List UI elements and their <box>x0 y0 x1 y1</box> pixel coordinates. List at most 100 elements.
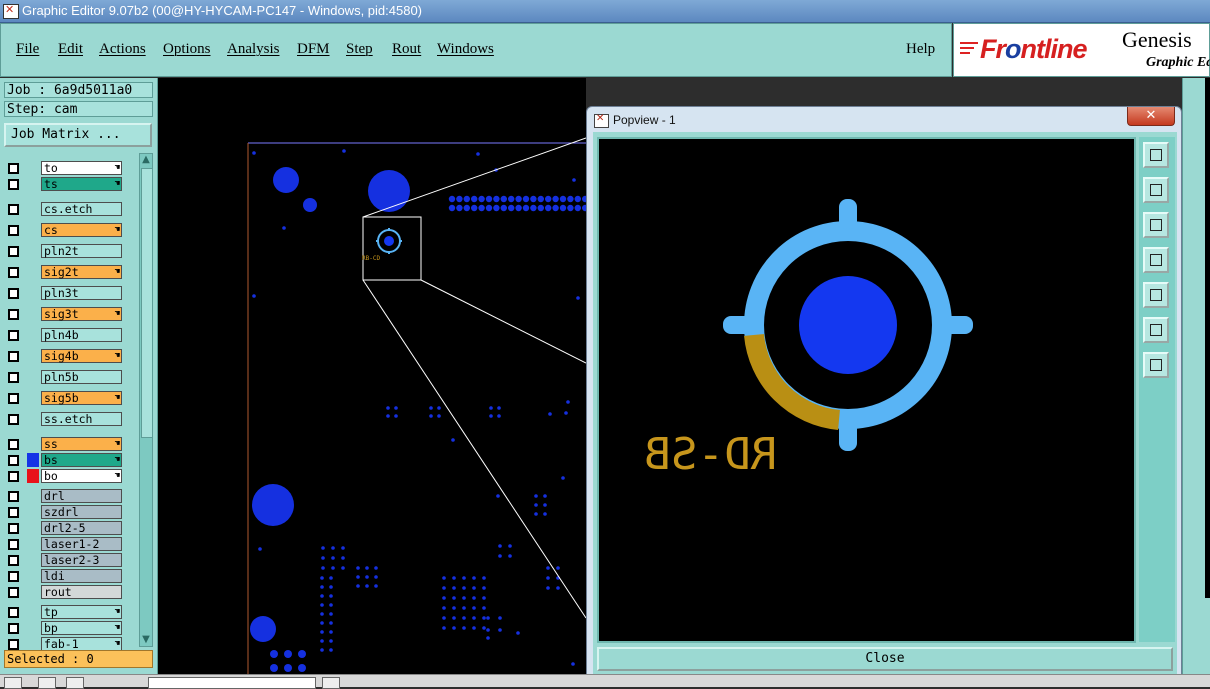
menu-file[interactable]: File <box>16 41 39 58</box>
layer-name[interactable]: ldi <box>41 569 122 583</box>
layer-name[interactable]: bp ☚ <box>41 621 122 635</box>
layer-checkbox[interactable] <box>8 225 19 236</box>
layer-checkbox[interactable] <box>8 288 19 299</box>
layer-checkbox[interactable] <box>8 471 19 482</box>
pan-up-icon[interactable] <box>1143 177 1169 203</box>
menu-windows[interactable]: Windows <box>437 41 494 58</box>
layer-checkbox[interactable] <box>8 309 19 320</box>
zoom-in-icon[interactable] <box>1143 317 1169 343</box>
layer-name[interactable]: pln3t <box>41 286 122 300</box>
layer-checkbox[interactable] <box>8 523 19 534</box>
layer-row-rout[interactable]: rout <box>4 585 126 599</box>
layer-color-swatch[interactable] <box>27 569 39 583</box>
scroll-down-icon[interactable]: ▼ <box>140 634 152 646</box>
scroll-up-icon[interactable]: ▲ <box>140 154 152 166</box>
close-icon[interactable]: ✕ <box>1127 107 1175 126</box>
layer-checkbox[interactable] <box>8 267 19 278</box>
menu-options[interactable]: Options <box>163 41 211 58</box>
layer-checkbox[interactable] <box>8 372 19 383</box>
layer-name[interactable]: to ☚ <box>41 161 122 175</box>
layer-name[interactable]: ss ☚ <box>41 437 122 451</box>
layer-color-swatch[interactable] <box>27 265 39 279</box>
layer-row-pln2t[interactable]: pln2t <box>4 244 126 258</box>
layer-row-sig5b[interactable]: sig5b ☚ <box>4 391 126 405</box>
layer-checkbox[interactable] <box>8 330 19 341</box>
pan-left-icon[interactable] <box>1143 247 1169 273</box>
pan-right-icon[interactable] <box>1143 282 1169 308</box>
layer-row-pln3t[interactable]: pln3t <box>4 286 126 300</box>
layer-name[interactable]: szdrl <box>41 505 122 519</box>
menu-step[interactable]: Step <box>346 41 373 58</box>
layer-name[interactable]: pln2t <box>41 244 122 258</box>
layer-checkbox[interactable] <box>8 179 19 190</box>
layer-name[interactable]: cs.etch <box>41 202 122 216</box>
layer-checkbox[interactable] <box>8 414 19 425</box>
layer-name[interactable]: fab-1 ☚ <box>41 637 122 651</box>
popview-close-button[interactable]: Close <box>597 647 1173 671</box>
graphic-canvas[interactable]: RB-CD <box>158 78 586 674</box>
layer-checkbox[interactable] <box>8 555 19 566</box>
menu-rout[interactable]: Rout <box>392 41 421 58</box>
layer-row-cs.etch[interactable]: cs.etch <box>4 202 126 216</box>
layer-row-sig3t[interactable]: sig3t ☚ <box>4 307 126 321</box>
layer-row-szdrl[interactable]: szdrl <box>4 505 126 519</box>
layer-row-pln4b[interactable]: pln4b <box>4 328 126 342</box>
menu-actions[interactable]: Actions <box>99 41 146 58</box>
command-input[interactable] <box>148 677 316 689</box>
layer-checkbox[interactable] <box>8 571 19 582</box>
layer-row-pln5b[interactable]: pln5b <box>4 370 126 384</box>
layer-checkbox[interactable] <box>8 163 19 174</box>
layer-color-swatch[interactable] <box>27 328 39 342</box>
layer-color-swatch[interactable] <box>27 437 39 451</box>
layer-row-drl2-5[interactable]: drl2-5 <box>4 521 126 535</box>
layer-color-swatch[interactable] <box>27 202 39 216</box>
layer-color-swatch[interactable] <box>27 307 39 321</box>
pan-down-icon[interactable] <box>1143 212 1169 238</box>
layer-checkbox[interactable] <box>8 204 19 215</box>
layer-row-drl[interactable]: drl <box>4 489 126 503</box>
layer-checkbox[interactable] <box>8 507 19 518</box>
layer-color-swatch[interactable] <box>27 637 39 651</box>
layer-name[interactable]: bo ☚ <box>41 469 122 483</box>
layer-row-cs[interactable]: cs ☚ <box>4 223 126 237</box>
bottom-tool-icon[interactable] <box>4 677 22 689</box>
layer-name[interactable]: tp ☚ <box>41 605 122 619</box>
layer-color-swatch[interactable] <box>27 489 39 503</box>
layer-row-bp[interactable]: bp ☚ <box>4 621 126 635</box>
layer-color-swatch[interactable] <box>27 349 39 363</box>
layer-color-swatch[interactable] <box>27 223 39 237</box>
layer-checkbox[interactable] <box>8 455 19 466</box>
layer-row-ts[interactable]: ts ☚ <box>4 177 126 191</box>
layer-name[interactable]: laser2-3 <box>41 553 122 567</box>
layer-row-to[interactable]: to ☚ <box>4 161 126 175</box>
layer-color-swatch[interactable] <box>27 521 39 535</box>
bottom-tool-icon[interactable] <box>66 677 84 689</box>
layer-color-swatch[interactable] <box>27 453 39 467</box>
bottom-tool-icon[interactable] <box>38 677 56 689</box>
layer-checkbox[interactable] <box>8 587 19 598</box>
layer-row-sig4b[interactable]: sig4b ☚ <box>4 349 126 363</box>
layer-row-fab-1[interactable]: fab-1 ☚ <box>4 637 126 651</box>
menu-analysis[interactable]: Analysis <box>227 41 280 58</box>
layer-checkbox[interactable] <box>8 246 19 257</box>
layer-row-laser1-2[interactable]: laser1-2 <box>4 537 126 551</box>
scrollbar-thumb[interactable] <box>141 168 153 438</box>
layer-color-swatch[interactable] <box>27 370 39 384</box>
layer-name[interactable]: bs ☚ <box>41 453 122 467</box>
layer-row-tp[interactable]: tp ☚ <box>4 605 126 619</box>
layer-color-swatch[interactable] <box>27 469 39 483</box>
layer-checkbox[interactable] <box>8 639 19 650</box>
layer-color-swatch[interactable] <box>27 244 39 258</box>
menu-dfm[interactable]: DFM <box>297 41 330 58</box>
layer-name[interactable]: ts ☚ <box>41 177 122 191</box>
layer-row-ss.etch[interactable]: ss.etch <box>4 412 126 426</box>
layer-color-swatch[interactable] <box>27 505 39 519</box>
menu-edit[interactable]: Edit <box>58 41 83 58</box>
job-matrix-button[interactable]: Job Matrix ... <box>4 123 152 147</box>
layer-color-swatch[interactable] <box>27 286 39 300</box>
layer-color-swatch[interactable] <box>27 605 39 619</box>
layer-name[interactable]: pln4b <box>41 328 122 342</box>
zoom-out-icon[interactable] <box>1143 352 1169 378</box>
layer-row-bs[interactable]: bs ☚ <box>4 453 126 467</box>
layer-row-bo[interactable]: bo ☚ <box>4 469 126 483</box>
